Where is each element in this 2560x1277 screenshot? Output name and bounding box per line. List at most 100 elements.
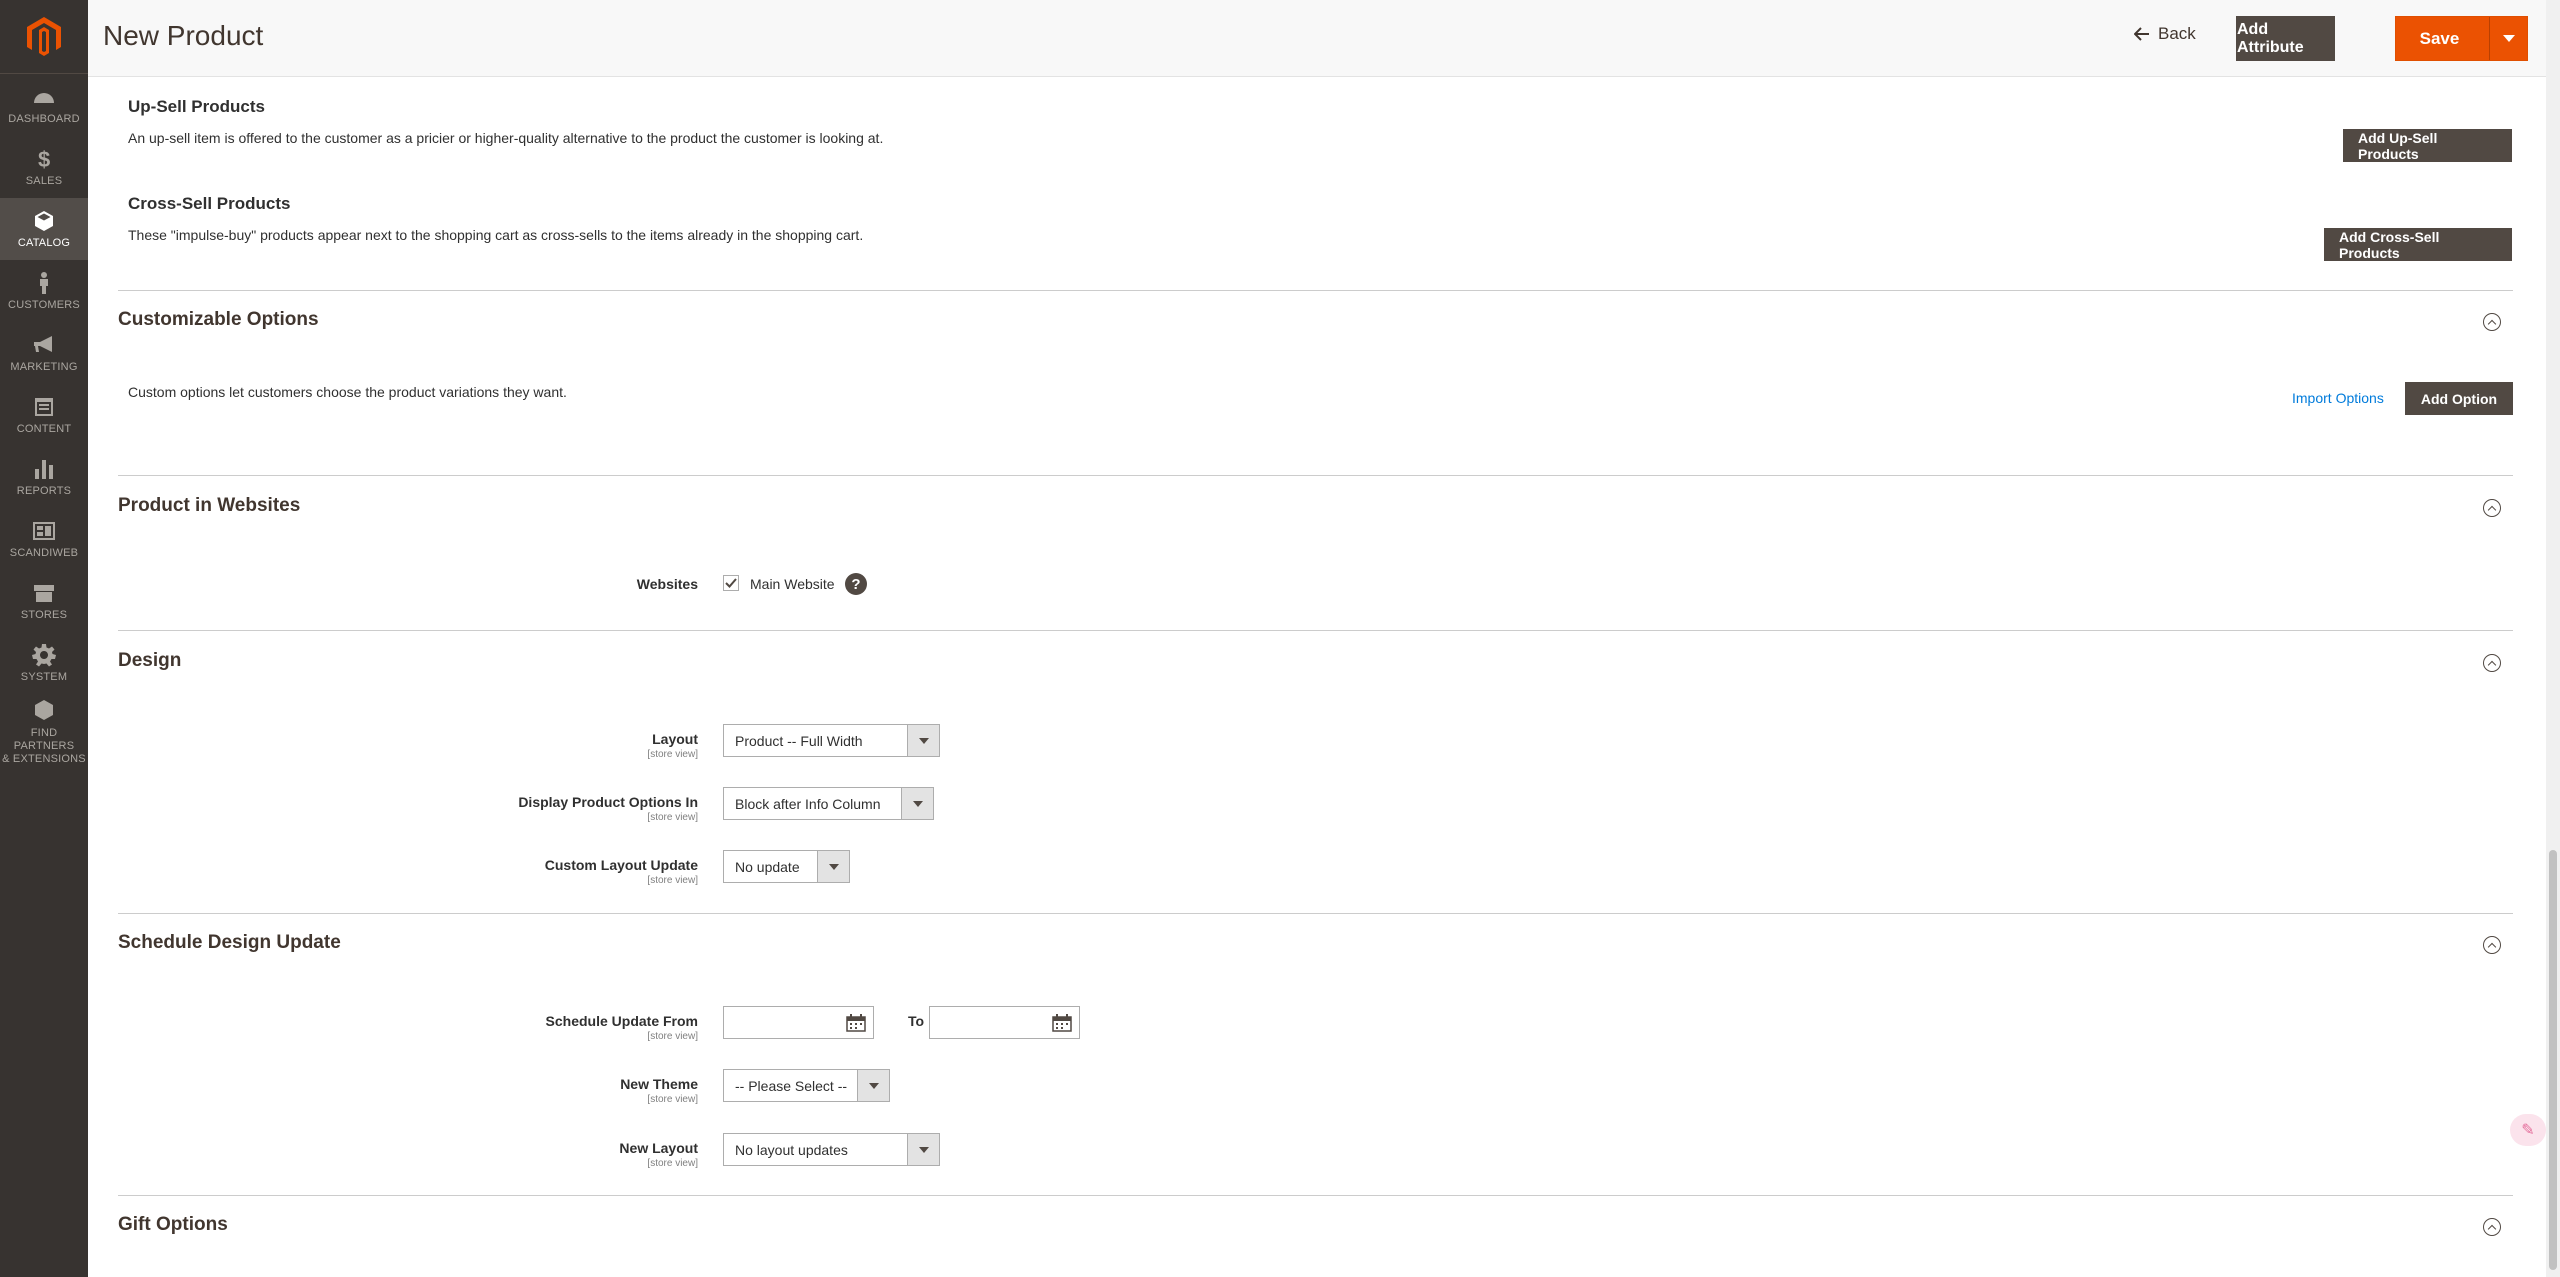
dollar-icon: $ (38, 147, 50, 171)
nav-label-scandiweb: SCANDIWEB (9, 546, 79, 559)
gear-icon (32, 643, 56, 666)
custom-layout-label: Custom Layout Update (544, 857, 698, 873)
admin-sidebar: DASHBOARD $ SALES CATALOG CUSTOMERS MARK… (0, 0, 88, 1277)
crosssell-description: These "impulse-buy" products appear next… (128, 227, 864, 243)
layout-icon (33, 521, 55, 540)
upsell-description: An up-sell item is offered to the custom… (128, 130, 884, 146)
nav-label-stores: STORES (20, 608, 68, 621)
collapse-icon[interactable] (2483, 936, 2501, 954)
back-label: Back (2158, 24, 2196, 43)
layout-label: Layout (652, 731, 698, 747)
section-title-design[interactable]: Design (118, 650, 181, 672)
new-theme-scope: [store view] (647, 1094, 698, 1105)
layout-select-value: Product -- Full Width (735, 732, 863, 749)
custom-layout-scope: [store view] (647, 875, 698, 886)
nav-sales[interactable]: $ SALES (0, 136, 88, 198)
new-layout-label: New Layout (619, 1140, 698, 1156)
bar-chart-icon (35, 459, 53, 479)
import-options-link[interactable]: Import Options (2292, 390, 2384, 406)
page-title: New Product (103, 20, 264, 51)
add-crosssell-button[interactable]: Add Cross-Sell Products (2324, 228, 2512, 261)
nav-label-reports: REPORTS (16, 484, 72, 497)
dashboard-icon (34, 92, 54, 103)
custom-layout-select[interactable]: No update (723, 850, 850, 883)
content-icon (35, 397, 53, 416)
new-theme-select-value: -- Please Select -- (735, 1077, 848, 1094)
cube-icon (35, 210, 53, 231)
nav-label-sales: SALES (25, 174, 63, 187)
display-options-select[interactable]: Block after Info Column (723, 787, 934, 820)
add-attribute-button[interactable]: Add Attribute (2236, 16, 2335, 61)
add-attribute-label: Add Attribute (2237, 20, 2304, 56)
person-icon (40, 271, 48, 294)
display-options-select-value: Block after Info Column (735, 795, 881, 812)
layout-select[interactable]: Product -- Full Width (723, 724, 940, 757)
nav-label-dashboard: DASHBOARD (8, 112, 80, 125)
add-upsell-button[interactable]: Add Up-Sell Products (2343, 129, 2512, 162)
chevron-down-icon (901, 788, 933, 819)
section-title-schedule-design-update[interactable]: Schedule Design Update (118, 932, 341, 954)
nav-customers[interactable]: CUSTOMERS (0, 260, 88, 322)
schedule-to-label: To (908, 1013, 925, 1029)
divider (118, 290, 2513, 291)
schedule-from-input[interactable] (723, 1006, 874, 1039)
nav-dashboard[interactable]: DASHBOARD (0, 74, 88, 136)
scrollbar-thumb[interactable] (2549, 850, 2557, 1270)
save-button-group: Save (2395, 16, 2528, 61)
chevron-down-icon (907, 725, 939, 756)
chevron-down-icon (857, 1070, 889, 1101)
nav-label-customers: CUSTOMERS (8, 298, 80, 311)
section-title-customizable-options[interactable]: Customizable Options (118, 309, 319, 331)
main-website-checkbox[interactable] (723, 575, 739, 591)
nav-label-find-partners-1: FIND PARTNERS (13, 726, 75, 752)
nav-content[interactable]: CONTENT (0, 384, 88, 446)
back-button[interactable]: Back (2134, 24, 2196, 44)
section-title-gift-options[interactable]: Gift Options (118, 1214, 228, 1236)
nav-scandiweb[interactable]: SCANDIWEB (0, 508, 88, 570)
divider (118, 1195, 2513, 1196)
save-options-toggle[interactable] (2489, 17, 2527, 60)
schedule-from-label: Schedule Update From (545, 1013, 698, 1029)
new-layout-select-value: No layout updates (735, 1141, 848, 1158)
calendar-icon[interactable] (1052, 1014, 1072, 1032)
svg-text:$: $ (38, 147, 50, 171)
upsell-title: Up-Sell Products (128, 97, 265, 116)
nav-marketing[interactable]: MARKETING (0, 322, 88, 384)
nav-catalog[interactable]: CATALOG (0, 198, 88, 260)
checkmark-icon (725, 578, 737, 588)
nav-label-marketing: MARKETING (10, 360, 78, 373)
page-scrollbar[interactable] (2546, 0, 2560, 1277)
nav-system[interactable]: SYSTEM (0, 632, 88, 694)
save-button[interactable]: Save (2396, 17, 2489, 60)
collapse-icon[interactable] (2483, 313, 2501, 331)
add-option-button[interactable]: Add Option (2405, 382, 2513, 415)
collapse-icon[interactable] (2483, 654, 2501, 672)
new-layout-select[interactable]: No layout updates (723, 1133, 940, 1166)
store-icon (34, 584, 54, 602)
schedule-to-input[interactable] (929, 1006, 1080, 1039)
nav-reports[interactable]: REPORTS (0, 446, 88, 508)
cubes-icon (35, 699, 53, 720)
schedule-from-scope: [store view] (647, 1031, 698, 1042)
help-icon[interactable]: ? (845, 573, 867, 595)
customizable-options-description: Custom options let customers choose the … (128, 384, 567, 400)
nav-stores[interactable]: STORES (0, 570, 88, 632)
collapse-icon[interactable] (2483, 1218, 2501, 1236)
collapse-icon[interactable] (2483, 499, 2501, 517)
divider (118, 475, 2513, 476)
new-theme-select[interactable]: -- Please Select -- (723, 1069, 890, 1102)
chevron-down-icon (2502, 35, 2515, 42)
new-theme-label: New Theme (620, 1076, 698, 1092)
divider (118, 630, 2513, 631)
websites-label: Websites (636, 576, 698, 592)
section-title-product-in-websites[interactable]: Product in Websites (118, 495, 300, 517)
translate-widget-icon[interactable]: ✎ (2510, 1114, 2546, 1146)
divider (118, 913, 2513, 914)
calendar-icon[interactable] (846, 1014, 866, 1032)
magento-logo[interactable] (0, 0, 88, 74)
megaphone-icon (34, 335, 52, 352)
arrow-left-icon (2134, 27, 2149, 41)
layout-scope: [store view] (647, 749, 698, 760)
chevron-down-icon (907, 1134, 939, 1165)
nav-find-partners[interactable]: FIND PARTNERS & EXTENSIONS (0, 694, 88, 770)
